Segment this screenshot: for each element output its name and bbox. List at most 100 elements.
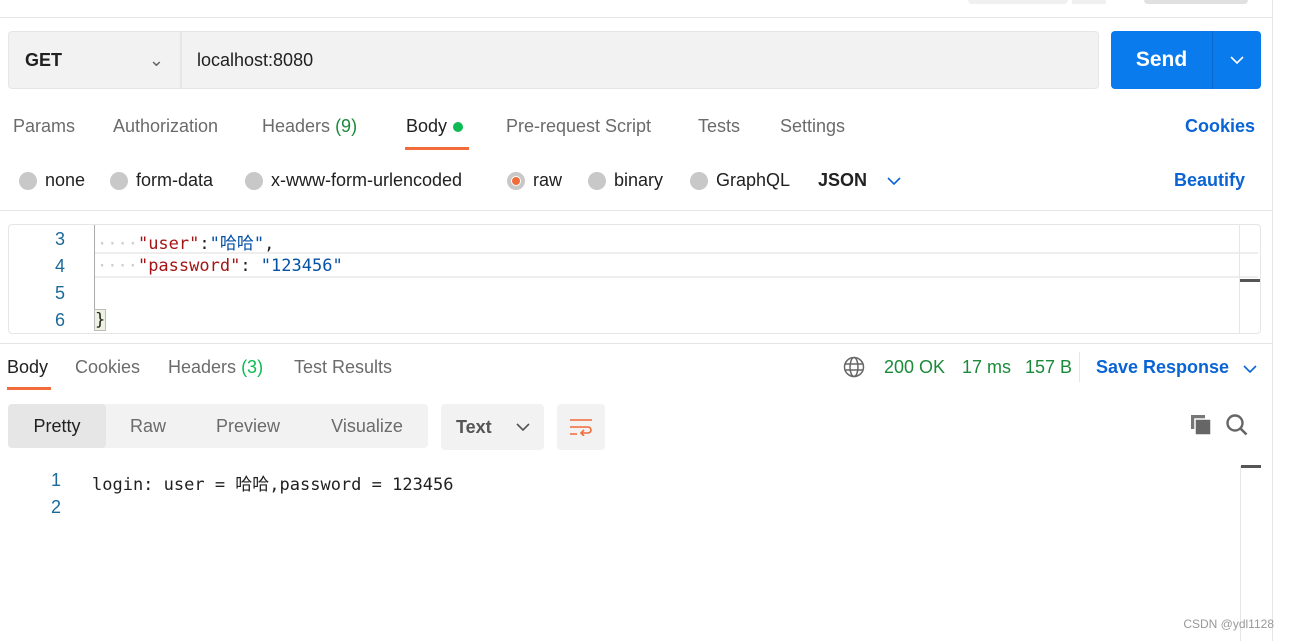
json-value: "哈哈" [209,234,265,254]
radio-label: GraphQL [716,170,791,190]
watermark: CSDN @ydl1128 [1183,617,1274,631]
toolbar-button[interactable] [1144,0,1248,4]
save-response-button[interactable]: Save Response [1096,357,1257,378]
radio-label: x-www-form-urlencoded [271,170,463,190]
status-code: 200 OK [884,357,946,377]
format-value: JSON [818,170,868,190]
radio-icon [588,171,606,190]
chevron-down-icon [516,423,530,431]
radio-icon [245,171,263,190]
active-tab-indicator [405,147,469,150]
tab-pre-request-script[interactable]: Pre-request Script [506,116,651,137]
view-visualize[interactable]: Visualize [306,404,428,448]
json-sep: : [199,234,210,254]
radio-selected-icon [507,171,525,190]
radio-none[interactable]: none [19,170,85,191]
tab-params[interactable]: Params [13,116,75,137]
radio-icon [690,171,708,190]
radio-raw[interactable]: raw [507,170,562,191]
active-tab-indicator [7,387,51,390]
wrap-icon [570,419,592,436]
tab-authorization[interactable]: Authorization [113,116,218,137]
globe-icon[interactable] [843,356,865,378]
tab-label: Body [406,116,448,136]
json-comma: , [264,234,275,254]
response-line: login: user = 哈哈,password = 123456 [92,475,454,495]
chevron-down-icon [887,176,901,185]
send-options-dropdown[interactable] [1212,31,1261,89]
modified-dot-icon [453,122,464,133]
radio-label: raw [533,170,563,190]
closing-brace: } [94,309,107,331]
tab-label: Headers [262,116,331,136]
json-key: "user" [137,234,200,254]
radio-label: form-data [136,170,214,190]
response-tab-body[interactable]: Body [7,357,48,378]
tab-settings[interactable]: Settings [780,116,845,137]
chevron-down-icon [1243,365,1257,374]
headers-count: (3) [241,357,264,377]
request-body-editor[interactable]: 3 ····"user":"哈哈", 4 ····"password": "12… [8,224,1261,334]
search-icon[interactable] [1226,414,1248,436]
url-value: localhost:8080 [197,49,314,70]
method-value: GET [25,49,63,70]
toolbar-button[interactable] [968,0,1068,4]
copy-icon[interactable] [1190,414,1212,436]
line-number: 6 [54,310,65,330]
tab-headers[interactable]: Headers (9) [262,116,357,137]
tab-tests[interactable]: Tests [698,116,740,137]
response-time: 17 ms [962,357,1012,377]
response-tab-headers[interactable]: Headers (3) [168,357,263,378]
indent-guide [94,225,95,309]
response-format-select[interactable]: Text [441,404,544,450]
divider [0,343,1272,344]
send-label: Send [1135,48,1188,71]
radio-form-data[interactable]: form-data [110,170,213,191]
scrollbar-thumb[interactable] [1241,465,1261,468]
view-mode-tabs: Pretty Raw Preview Visualize [8,404,428,448]
json-value: "123456" [260,256,343,276]
view-pretty[interactable]: Pretty [8,404,106,448]
cookies-link[interactable]: Cookies [1185,116,1255,137]
radio-x-www-form-urlencoded[interactable]: x-www-form-urlencoded [245,170,462,191]
view-raw[interactable]: Raw [106,404,190,448]
tab-label: Headers [168,357,237,377]
format-value: Text [456,416,492,437]
tab-body[interactable]: Body [406,116,464,137]
beautify-link[interactable]: Beautify [1174,170,1245,191]
chevron-down-icon [1230,56,1244,64]
json-key: "password" [137,256,241,276]
line-number: 5 [54,283,65,303]
line-number: 1 [50,470,61,490]
wrap-lines-button[interactable] [557,404,605,450]
line-number: 2 [50,497,61,517]
radio-label: none [45,170,86,190]
radio-icon [19,171,37,190]
method-select[interactable]: GET ⌄ [8,31,181,89]
scrollbar-thumb[interactable] [1240,279,1260,282]
view-preview[interactable]: Preview [190,404,306,448]
response-tab-test-results[interactable]: Test Results [294,357,392,378]
code-line: ····"password": "123456" [97,256,343,276]
json-sep: : [240,256,261,276]
save-response-label: Save Response [1096,357,1230,377]
response-tab-cookies[interactable]: Cookies [75,357,140,378]
divider [1272,0,1273,641]
code-line: ····"user":"哈哈", [97,234,275,254]
headers-count: (9) [335,116,358,136]
radio-binary[interactable]: binary [588,170,663,191]
url-input[interactable]: localhost:8080 [181,31,1099,89]
response-scrollbar[interactable] [1240,466,1241,641]
raw-format-select[interactable]: JSON [818,170,901,191]
send-button[interactable]: Send [1111,31,1261,89]
line-number: 4 [54,256,65,276]
radio-label: binary [614,170,664,190]
radio-graphql[interactable]: GraphQL [690,170,790,191]
divider [1079,352,1080,382]
divider [0,210,1272,211]
line-number: 3 [54,229,65,249]
toolbar-button[interactable] [1072,0,1106,4]
chevron-down-icon: ⌄ [148,49,164,70]
radio-icon [110,171,128,190]
response-size: 157 B [1025,357,1073,377]
